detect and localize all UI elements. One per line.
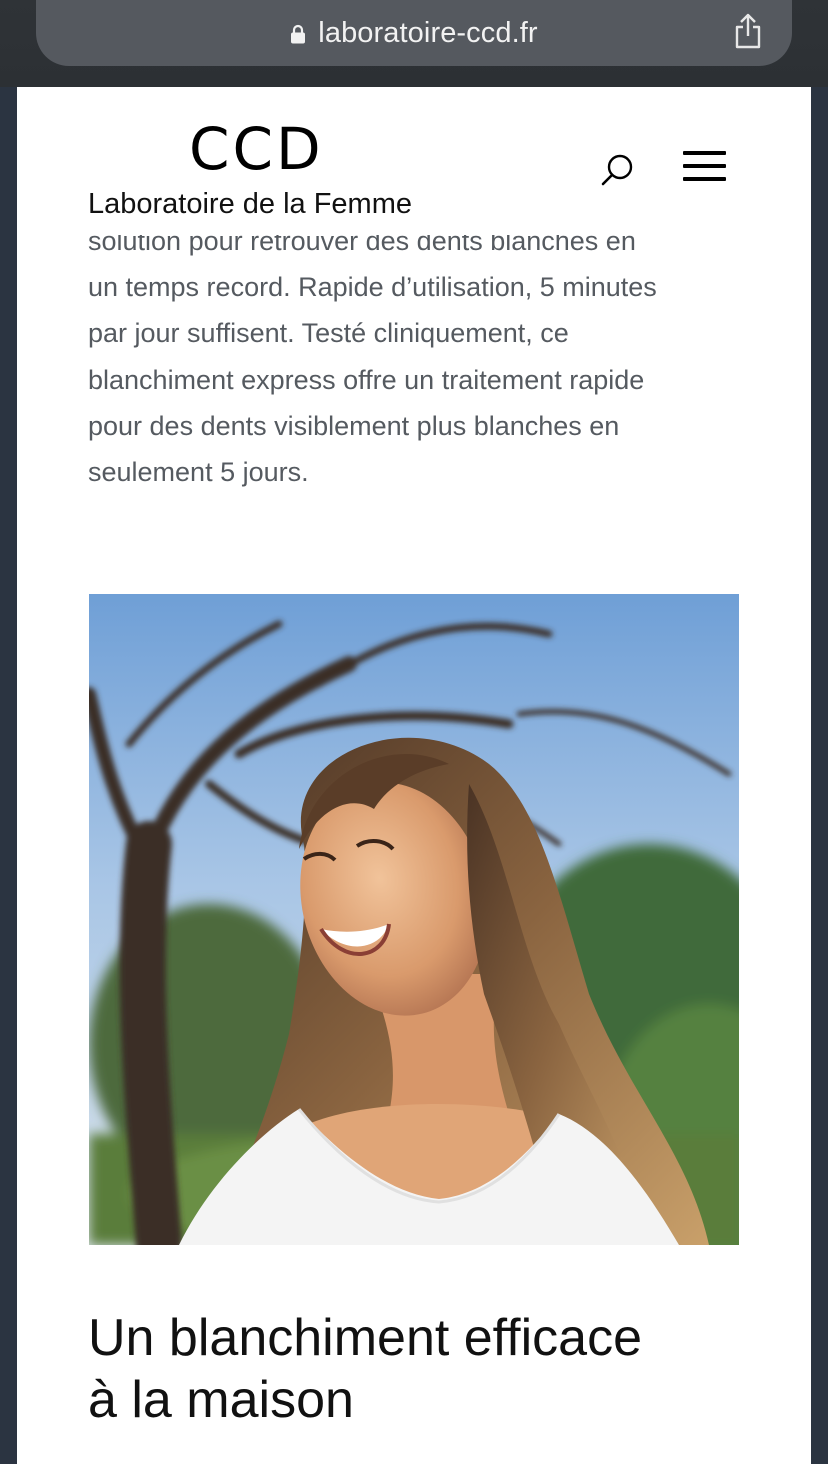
paragraph-line: par jour suffisent. Testé cliniquement, … [88, 318, 569, 349]
address-bar[interactable]: laboratoire-ccd.fr [36, 0, 792, 66]
browser-toolbar: laboratoire-ccd.fr [0, 0, 828, 87]
site-header: CCD Laboratoire de la Femme [17, 87, 811, 235]
share-icon[interactable] [732, 12, 764, 50]
article-paragraph: solution pour retrouver des dents blanch… [88, 218, 748, 495]
hero-photo [89, 594, 739, 1245]
paragraph-line: blanchiment express offre un traitement … [88, 364, 645, 395]
search-icon[interactable] [601, 153, 635, 187]
lock-icon [290, 24, 306, 44]
web-page: CCD Laboratoire de la Femme solution pou… [17, 87, 811, 1464]
site-logo[interactable]: CCD [189, 115, 324, 183]
paragraph-line: seulement 5 jours. [88, 457, 309, 488]
headline-line: Un blanchiment efficace [88, 1309, 643, 1367]
url-text: laboratoire-ccd.fr [318, 16, 538, 49]
paragraph-line: pour des dents visiblement plus blanches… [88, 410, 620, 441]
hamburger-menu-icon[interactable] [683, 149, 727, 183]
paragraph-line: un temps record. Rapide d’utilisation, 5… [88, 272, 657, 303]
site-logo-subtitle[interactable]: Laboratoire de la Femme [88, 188, 412, 221]
article-headline: Un blanchiment efficace à la maison [88, 1307, 768, 1431]
headline-line: à la maison [88, 1371, 354, 1429]
